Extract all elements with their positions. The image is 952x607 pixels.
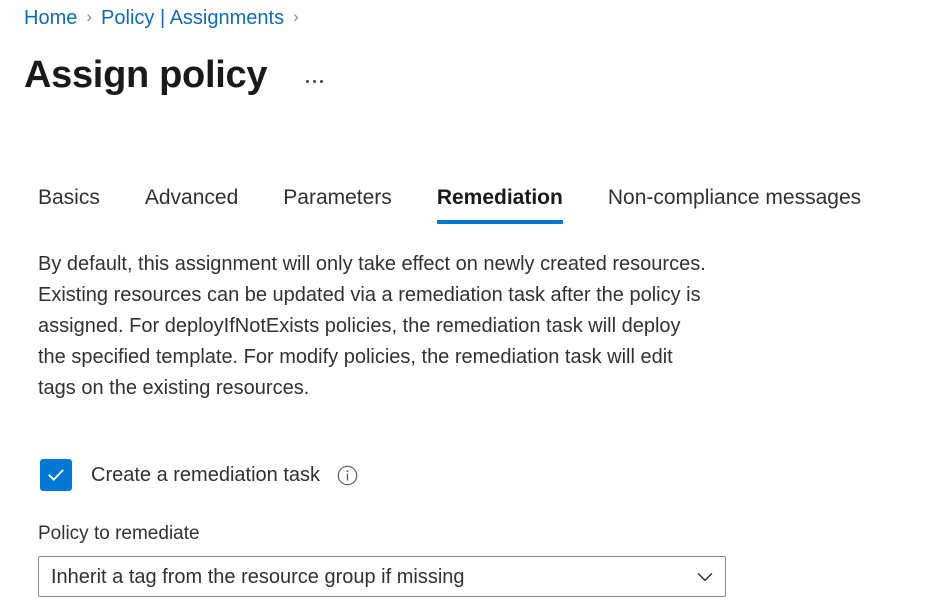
breadcrumb-item-policy-assignments[interactable]: Policy | Assignments (101, 5, 284, 31)
tab-parameters[interactable]: Parameters (283, 184, 392, 224)
more-options-button[interactable] (297, 66, 331, 96)
policy-to-remediate-label: Policy to remediate (38, 523, 200, 544)
tab-label: Advanced (144, 186, 239, 209)
page-header: Assign policy (24, 50, 331, 100)
chevron-down-icon[interactable] (685, 557, 725, 596)
remediation-panel: By default, this assignment will only ta… (38, 249, 738, 404)
page-title: Assign policy (24, 54, 268, 96)
tab-label: Non-compliance messages (607, 186, 862, 209)
create-remediation-task-row: Create a remediation task (40, 458, 358, 492)
info-circle-icon[interactable] (337, 465, 358, 486)
create-remediation-task-label[interactable]: Create a remediation task (91, 461, 320, 489)
tab-bar: Basics Advanced Parameters Remediation N… (38, 178, 861, 224)
tab-label: Basics (38, 186, 100, 209)
policy-to-remediate-select[interactable]: Inherit a tag from the resource group if… (38, 556, 726, 597)
tab-basics[interactable]: Basics (38, 184, 100, 224)
breadcrumb-item-home[interactable]: Home (24, 5, 77, 31)
policy-to-remediate-value: Inherit a tag from the resource group if… (51, 565, 465, 588)
tab-non-compliance-messages[interactable]: Non-compliance messages (608, 184, 861, 224)
remediation-description: By default, this assignment will only ta… (38, 253, 706, 399)
tab-label: Parameters (283, 186, 392, 209)
create-remediation-task-checkbox[interactable] (40, 459, 72, 491)
tab-label: Remediation (436, 186, 563, 209)
breadcrumb-separator-icon: › (293, 7, 299, 26)
policy-to-remediate-field: Policy to remediate Inherit a tag from t… (38, 521, 726, 597)
tab-advanced[interactable]: Advanced (145, 184, 238, 224)
breadcrumb: Home › Policy | Assignments › (24, 5, 308, 31)
ellipsis-icon (319, 79, 323, 83)
tab-remediation[interactable]: Remediation (436, 184, 563, 224)
breadcrumb-separator-icon: › (86, 7, 93, 26)
ellipsis-icon (305, 79, 309, 83)
ellipsis-icon (312, 79, 316, 83)
checkmark-icon (48, 469, 64, 481)
